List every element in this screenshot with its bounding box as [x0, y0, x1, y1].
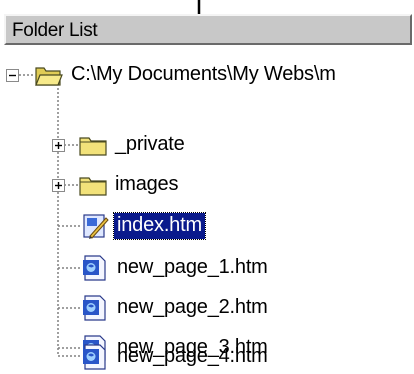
root-collapse-toggle[interactable] [6, 69, 19, 82]
tree-item-label: index.htm [113, 212, 206, 240]
folder-icon [79, 137, 107, 156]
tree-item-label: images [115, 173, 179, 195]
tree-item-label: new_page_1.htm [117, 256, 268, 278]
tree-item-private[interactable]: _private [78, 128, 188, 162]
tree-item-label: _private [115, 133, 185, 155]
tree-root-label: C:\My Documents\My Webs\m [71, 63, 336, 85]
html-file-icon [83, 255, 106, 281]
homepage-file-icon [83, 214, 109, 239]
folder-icon [79, 177, 107, 196]
panel-title: Folder List [12, 20, 98, 41]
folder-list-header[interactable]: Folder List [4, 14, 412, 45]
html-file-icon [83, 344, 106, 370]
tree-item-label: new_page_2.htm [117, 296, 268, 318]
html-file-icon [83, 295, 106, 321]
tree-item-images[interactable]: images [78, 168, 181, 202]
images-expand-toggle[interactable] [52, 179, 65, 192]
tree-item-new-page-1[interactable]: new_page_1.htm [80, 251, 271, 285]
tree-item-new-page-2[interactable]: new_page_2.htm [80, 291, 271, 325]
open-folder-icon [35, 67, 63, 86]
folder-tree: C:\My Documents\My Webs\m _private image… [0, 56, 414, 370]
tree-root-node[interactable]: C:\My Documents\My Webs\m [34, 58, 339, 92]
tree-item-index[interactable]: index.htm [80, 209, 206, 243]
private-expand-toggle[interactable] [52, 139, 65, 152]
tree-item-label: new_page_4.htm [117, 345, 268, 367]
